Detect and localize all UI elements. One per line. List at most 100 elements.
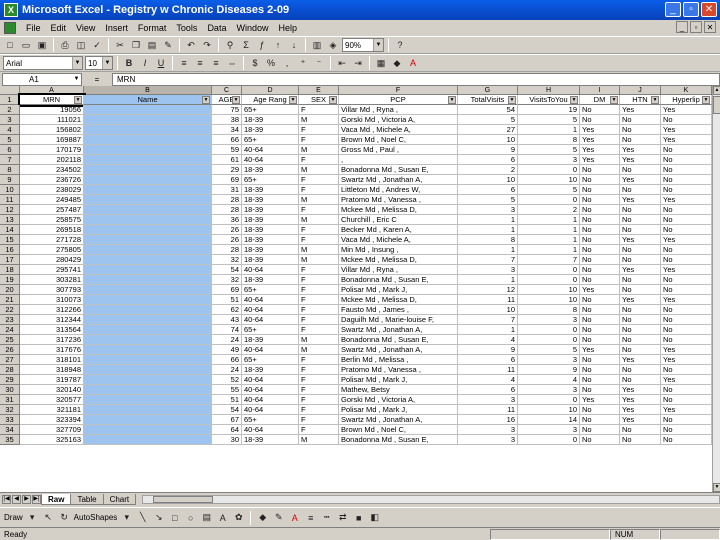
cell[interactable]: Gorski Md , Victoria A, [339,115,458,125]
cell[interactable]: No [580,325,620,335]
cell[interactable] [84,325,212,335]
cell[interactable]: No [661,225,712,235]
cell[interactable]: No [620,375,661,385]
cell[interactable]: Yes [620,265,661,275]
first-sheet-icon[interactable]: |◀ [2,494,11,504]
filter-dropdown-icon[interactable]: ▼ [74,96,82,104]
cell[interactable]: No [661,255,712,265]
cell[interactable]: No [580,435,620,445]
header-cell[interactable]: Name ▼ [84,95,212,105]
column-header-a[interactable]: A [20,86,84,95]
fill-color-icon[interactable]: ◆ [390,56,404,70]
percent-icon[interactable]: % [264,56,278,70]
menu-data[interactable]: Data [207,23,226,33]
cell[interactable]: 28 [212,205,242,215]
cell[interactable]: 32 [212,255,242,265]
cell[interactable]: 18-39 [242,435,299,445]
maximize-button[interactable]: ▫ [683,2,699,17]
filter-dropdown-icon[interactable]: ▼ [570,96,578,104]
cell[interactable]: 111021 [20,115,84,125]
menu-edit[interactable]: Edit [51,23,67,33]
cell[interactable]: 5 [518,115,580,125]
cell[interactable]: Fausto Md , James , [339,305,458,315]
cell[interactable]: 280429 [20,255,84,265]
cell[interactable]: 18-39 [242,235,299,245]
cell[interactable]: 10 [458,305,518,315]
cell[interactable]: 14 [518,415,580,425]
cell[interactable]: Littleton Md , Andres W, [339,185,458,195]
menu-format[interactable]: Format [138,23,167,33]
cell[interactable]: No [580,375,620,385]
comma-icon[interactable]: , [280,56,294,70]
align-right-icon[interactable]: ≡ [209,56,223,70]
cell[interactable]: 8 [458,235,518,245]
cell[interactable]: 3 [518,385,580,395]
cell[interactable]: Brown Md , Noel C, [339,135,458,145]
cell[interactable]: 0 [518,395,580,405]
cell[interactable]: 0 [518,275,580,285]
cell[interactable]: 28 [212,195,242,205]
cell[interactable]: No [661,415,712,425]
cell[interactable]: Bonadonna Md , Susan E, [339,275,458,285]
menu-help[interactable]: Help [278,23,297,33]
cell[interactable]: No [580,315,620,325]
redo-icon[interactable]: ↷ [200,38,214,52]
cell[interactable] [84,385,212,395]
row-header[interactable]: 18 [0,265,20,275]
cell[interactable] [84,215,212,225]
cell[interactable]: 69 [212,175,242,185]
function-icon[interactable]: ƒ [255,38,269,52]
cell[interactable]: 2 [518,205,580,215]
cell[interactable]: 325163 [20,435,84,445]
cell[interactable]: 1 [518,245,580,255]
cell[interactable]: No [580,235,620,245]
cell[interactable]: 19056 [20,105,84,115]
cell[interactable]: 202118 [20,155,84,165]
open-icon[interactable]: ▭ [19,38,33,52]
cell[interactable]: Villar Md , Ryna , [339,105,458,115]
cell[interactable]: 24 [212,365,242,375]
cell[interactable]: 5 [458,195,518,205]
cell[interactable]: Yes [580,155,620,165]
cell[interactable]: 1 [458,215,518,225]
prev-sheet-icon[interactable]: ◀ [12,494,21,504]
cell[interactable]: 51 [212,295,242,305]
header-cell[interactable]: SEX ▼ [299,95,339,105]
cell[interactable] [84,185,212,195]
cell[interactable] [84,425,212,435]
row-header[interactable]: 27 [0,355,20,365]
cell[interactable]: 10 [518,175,580,185]
cell[interactable]: Mckee Md , Melissa D, [339,295,458,305]
cell[interactable]: 40-64 [242,425,299,435]
cell[interactable] [84,225,212,235]
copy-icon[interactable]: ❐ [129,38,143,52]
cell[interactable]: 18-39 [242,335,299,345]
cell[interactable]: No [580,335,620,345]
chart-wizard-icon[interactable]: ▥ [310,38,324,52]
cell[interactable]: 40-64 [242,145,299,155]
cell[interactable]: No [620,255,661,265]
cell[interactable] [84,285,212,295]
cell[interactable]: 5 [518,345,580,355]
font-color-icon[interactable]: A [406,56,420,70]
cell[interactable]: 18-39 [242,275,299,285]
row-header[interactable]: 14 [0,225,20,235]
cell[interactable]: 9 [458,145,518,155]
cell[interactable]: 307793 [20,285,84,295]
cell[interactable]: No [580,225,620,235]
autoshapes-menu[interactable]: AutoShapes [74,513,118,522]
cell[interactable]: 257487 [20,205,84,215]
cell[interactable]: No [661,275,712,285]
cell[interactable]: No [661,305,712,315]
column-header-b[interactable]: B [84,86,212,95]
cell[interactable]: Pratomo Md , Vanessa , [339,195,458,205]
sort-ascending-icon[interactable]: ↑ [271,38,285,52]
doc-close-button[interactable]: ✕ [704,21,716,33]
row-header[interactable]: 30 [0,385,20,395]
cell[interactable]: 1 [518,215,580,225]
cell[interactable]: 0 [518,195,580,205]
cell[interactable]: 1 [458,225,518,235]
cell[interactable]: 234502 [20,165,84,175]
drawing-icon[interactable]: ◈ [326,38,340,52]
cell[interactable]: M [299,245,339,255]
